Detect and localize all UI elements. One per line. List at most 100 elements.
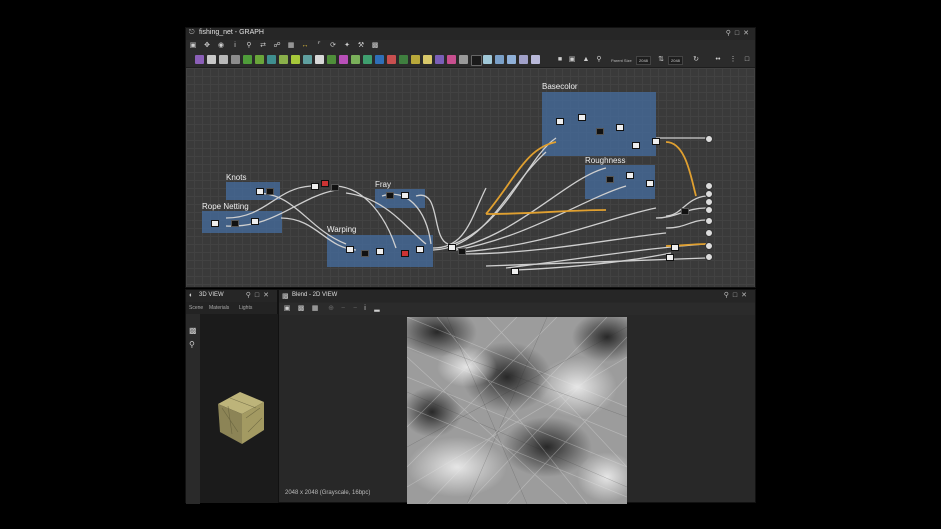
graph-node[interactable]: [458, 248, 466, 255]
graph-node[interactable]: [666, 254, 674, 261]
settings-icon[interactable]: ✦: [343, 42, 351, 50]
output-port[interactable]: [705, 190, 713, 198]
zoom-out-icon[interactable]: −: [339, 305, 347, 313]
graph-node[interactable]: [251, 218, 259, 225]
node-palette-swatch[interactable]: [195, 55, 204, 64]
node-palette-swatch[interactable]: [459, 55, 468, 64]
output-port[interactable]: [705, 198, 713, 206]
output-port[interactable]: [705, 253, 713, 261]
close-icon[interactable]: ✕: [263, 292, 273, 299]
options-icon[interactable]: ⋮: [729, 56, 737, 64]
node-palette-swatch[interactable]: [219, 55, 228, 64]
frame-icon[interactable]: ▣: [568, 56, 576, 64]
node-palette-swatch[interactable]: [423, 55, 432, 64]
link-size-icon[interactable]: ⇅: [657, 56, 665, 64]
output-port[interactable]: [705, 229, 713, 237]
close-icon[interactable]: ✕: [741, 292, 751, 299]
video-camera-icon[interactable]: ▩: [189, 326, 197, 335]
duplicate-icon[interactable]: ▦: [311, 305, 319, 313]
node-palette-swatch[interactable]: [519, 55, 528, 64]
node-palette-swatch[interactable]: [483, 55, 492, 64]
graph-node[interactable]: [632, 142, 640, 149]
fit-icon[interactable]: ⊕: [327, 305, 335, 313]
node-palette-swatch[interactable]: [267, 55, 276, 64]
node-palette-swatch[interactable]: [291, 55, 300, 64]
pin-icon[interactable]: ⚲: [246, 292, 255, 299]
graph-node[interactable]: [616, 124, 624, 131]
graph-node[interactable]: [606, 176, 614, 183]
graph-node[interactable]: [311, 183, 319, 190]
node-palette-swatch[interactable]: [435, 55, 444, 64]
node-palette-swatch[interactable]: [375, 55, 384, 64]
node-palette-swatch[interactable]: [243, 55, 252, 64]
node-palette-swatch[interactable]: [411, 55, 420, 64]
graph-node[interactable]: [448, 244, 456, 251]
graph-node[interactable]: [578, 114, 586, 121]
zoom-in-icon[interactable]: −: [351, 305, 359, 313]
pin-node-icon[interactable]: ▲: [582, 56, 590, 64]
graph-node[interactable]: [511, 268, 519, 275]
frame-all-icon[interactable]: ▣: [189, 42, 197, 50]
output-port[interactable]: [705, 242, 713, 250]
node-palette-swatch[interactable]: [507, 55, 516, 64]
graph-node[interactable]: [211, 220, 219, 227]
view3d-viewport[interactable]: [200, 314, 278, 503]
graph-node[interactable]: [671, 244, 679, 251]
graph-node[interactable]: [331, 184, 339, 191]
node-palette-swatch[interactable]: [231, 55, 240, 64]
graph-node[interactable]: [376, 248, 384, 255]
graph-node[interactable]: [231, 220, 239, 227]
node-palette-swatch[interactable]: [327, 55, 336, 64]
tab-scene[interactable]: Scene: [189, 305, 203, 311]
reset-icon[interactable]: ↻: [692, 56, 700, 64]
output-port[interactable]: [705, 217, 713, 225]
node-palette-swatch[interactable]: [447, 55, 456, 64]
graph-node[interactable]: [401, 250, 409, 257]
node-palette-swatch[interactable]: [255, 55, 264, 64]
node-palette-swatch[interactable]: [207, 55, 216, 64]
graph-node[interactable]: [321, 180, 329, 187]
graph-node[interactable]: [401, 192, 409, 199]
link-icon[interactable]: ⇄: [259, 42, 267, 50]
parent-size-select[interactable]: 2048: [636, 56, 651, 65]
image-icon[interactable]: ▩: [371, 42, 379, 50]
connect-icon[interactable]: ⌜: [315, 42, 323, 50]
graph-node[interactable]: [556, 118, 564, 125]
refresh-icon[interactable]: ⟳: [329, 42, 337, 50]
graph-node[interactable]: [681, 208, 689, 215]
graph-node[interactable]: [652, 138, 660, 145]
graph-canvas[interactable]: Basecolor Roughness Knots Rope Netting F…: [186, 68, 755, 287]
align-icon[interactable]: ↔: [301, 42, 309, 50]
output-port[interactable]: [705, 182, 713, 190]
node-palette-swatch[interactable]: [495, 55, 504, 64]
maximize-icon[interactable]: □: [255, 292, 263, 299]
lock-icon[interactable]: □: [743, 56, 751, 64]
node-palette-swatch[interactable]: [279, 55, 288, 64]
bulb-icon[interactable]: ⚲: [595, 56, 603, 64]
pin-icon[interactable]: ⚲: [724, 292, 733, 299]
camera-icon[interactable]: ◉: [217, 42, 225, 50]
graph-node[interactable]: [346, 246, 354, 253]
info-icon[interactable]: i: [361, 305, 369, 313]
node-palette-swatch[interactable]: [471, 55, 482, 66]
graph-node[interactable]: [256, 188, 264, 195]
save-icon[interactable]: ▩: [297, 305, 305, 313]
size-select[interactable]: 2048: [668, 56, 683, 65]
graph-node[interactable]: [266, 188, 274, 195]
output-port[interactable]: [705, 206, 713, 214]
light-bulb-icon[interactable]: ⚲: [189, 340, 195, 349]
select-icon[interactable]: ✥: [203, 42, 211, 50]
node-palette-swatch[interactable]: [339, 55, 348, 64]
node-palette-swatch[interactable]: [315, 55, 324, 64]
tools-icon[interactable]: ⚒: [357, 42, 365, 50]
node-palette-swatch[interactable]: [303, 55, 312, 64]
search-icon[interactable]: ⚲: [245, 42, 253, 50]
grid-icon[interactable]: ▦: [287, 42, 295, 50]
copy-icon[interactable]: ▣: [283, 305, 291, 313]
node-palette-swatch[interactable]: [387, 55, 396, 64]
comment-icon[interactable]: ■: [556, 56, 564, 64]
output-port[interactable]: [705, 135, 713, 143]
maximize-icon[interactable]: □: [735, 30, 743, 37]
toggle-icon[interactable]: ••: [714, 56, 722, 64]
graph-node[interactable]: [596, 128, 604, 135]
